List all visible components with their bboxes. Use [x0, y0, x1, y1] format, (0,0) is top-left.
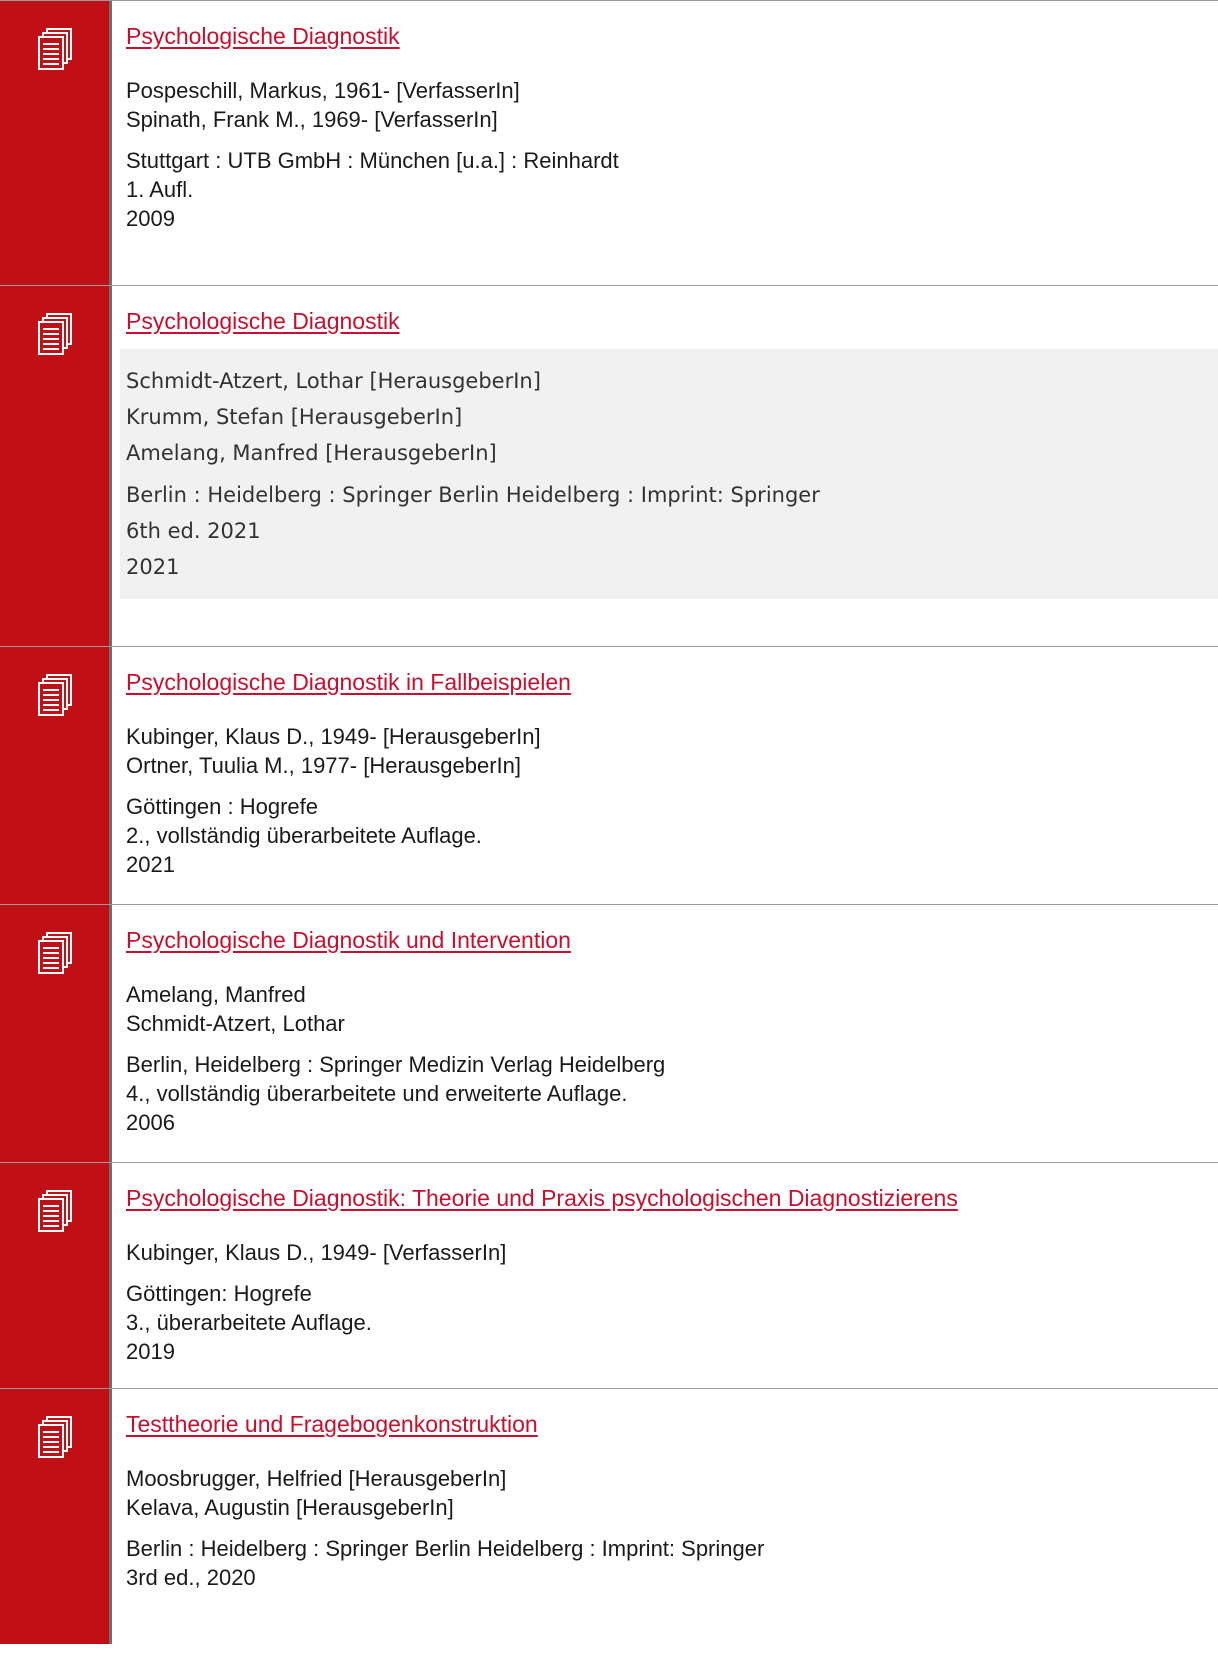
document-stack-icon[interactable]	[35, 931, 75, 977]
year: 2021	[126, 555, 180, 579]
author: Amelang, Manfred [HerausgeberIn]	[126, 441, 497, 465]
document-stack-icon[interactable]	[35, 1415, 75, 1461]
result-row: Psychologische Diagnostik Schmidt-Atzert…	[0, 286, 1218, 647]
year: 2009	[126, 206, 175, 231]
result-icon-cell	[0, 905, 112, 1162]
result-authors: Amelang, Manfred Schmidt-Atzert, Lothar	[126, 980, 1218, 1038]
edition: 1. Aufl.	[126, 177, 194, 202]
result-authors: Moosbrugger, Helfried [HerausgeberIn] Ke…	[126, 1464, 1218, 1522]
result-row: Psychologische Diagnostik und Interventi…	[0, 905, 1218, 1163]
author: Amelang, Manfred	[126, 982, 306, 1007]
author: Schmidt-Atzert, Lothar	[126, 1011, 345, 1036]
result-icon-cell	[0, 1389, 112, 1644]
author: Pospeschill, Markus, 1961- [VerfasserIn]	[126, 78, 520, 103]
author: Spinath, Frank M., 1969- [VerfasserIn]	[126, 107, 498, 132]
year: 2006	[126, 1110, 175, 1135]
edition: 3rd ed., 2020	[126, 1565, 256, 1590]
result-row: Psychologische Diagnostik in Fallbeispie…	[0, 647, 1218, 905]
publisher: Göttingen: Hogrefe	[126, 1281, 312, 1306]
result-publication: Göttingen : Hogrefe 2., vollständig über…	[126, 792, 1218, 879]
result-publication: Berlin : Heidelberg : Springer Berlin He…	[126, 475, 1218, 585]
result-authors: Schmidt-Atzert, Lothar [HerausgeberIn] K…	[126, 363, 1218, 475]
publisher: Berlin : Heidelberg : Springer Berlin He…	[126, 1536, 765, 1561]
result-icon-cell	[0, 1, 112, 285]
publisher: Göttingen : Hogrefe	[126, 794, 319, 819]
publisher: Berlin, Heidelberg : Springer Medizin Ve…	[126, 1052, 666, 1077]
result-authors: Kubinger, Klaus D., 1949- [VerfasserIn]	[126, 1238, 1218, 1267]
author: Moosbrugger, Helfried [HerausgeberIn]	[126, 1466, 507, 1491]
document-stack-icon[interactable]	[35, 27, 75, 73]
result-authors: Kubinger, Klaus D., 1949- [HerausgeberIn…	[126, 722, 1218, 780]
result-title-link[interactable]: Psychologische Diagnostik und Interventi…	[126, 927, 571, 954]
publisher: Berlin : Heidelberg : Springer Berlin He…	[126, 483, 820, 507]
result-publication: Berlin, Heidelberg : Springer Medizin Ve…	[126, 1050, 1218, 1137]
year: 2019	[126, 1339, 175, 1364]
result-row: Testtheorie und Fragebogenkonstruktion M…	[0, 1389, 1218, 1644]
document-stack-icon[interactable]	[35, 1189, 75, 1235]
result-publication: Stuttgart : UTB GmbH : München [u.a.] : …	[126, 146, 1218, 233]
result-title-link[interactable]: Psychologische Diagnostik: Theorie und P…	[126, 1185, 958, 1212]
result-icon-cell	[0, 286, 112, 646]
edition: 3., überarbeitete Auflage.	[126, 1310, 372, 1335]
result-title-link[interactable]: Testtheorie und Fragebogenkonstruktion	[126, 1411, 538, 1438]
edition: 2., vollständig überarbeitete Auflage.	[126, 823, 482, 848]
author: Kelava, Augustin [HerausgeberIn]	[126, 1495, 454, 1520]
author: Ortner, Tuulia M., 1977- [HerausgeberIn]	[126, 753, 521, 778]
author: Krumm, Stefan [HerausgeberIn]	[126, 405, 463, 429]
result-icon-cell	[0, 1163, 112, 1388]
author: Kubinger, Klaus D., 1949- [VerfasserIn]	[126, 1240, 507, 1265]
author: Schmidt-Atzert, Lothar [HerausgeberIn]	[126, 369, 541, 393]
year: 2021	[126, 852, 175, 877]
result-title-link[interactable]: Psychologische Diagnostik	[126, 23, 400, 50]
edition: 6th ed. 2021	[126, 519, 261, 543]
result-icon-cell	[0, 647, 112, 904]
result-authors: Pospeschill, Markus, 1961- [VerfasserIn]…	[126, 76, 1218, 134]
result-title-link[interactable]: Psychologische Diagnostik in Fallbeispie…	[126, 669, 571, 696]
result-title-link[interactable]: Psychologische Diagnostik	[126, 308, 400, 335]
publisher: Stuttgart : UTB GmbH : München [u.a.] : …	[126, 148, 619, 173]
result-publication: Berlin : Heidelberg : Springer Berlin He…	[126, 1534, 1218, 1592]
result-publication: Göttingen: Hogrefe 3., überarbeitete Auf…	[126, 1279, 1218, 1366]
result-row: Psychologische Diagnostik: Theorie und P…	[0, 1163, 1218, 1389]
author: Kubinger, Klaus D., 1949- [HerausgeberIn…	[126, 724, 541, 749]
edition: 4., vollständig überarbeitete und erweit…	[126, 1081, 628, 1106]
results-list: Psychologische Diagnostik Pospeschill, M…	[0, 0, 1218, 1644]
result-row: Psychologische Diagnostik Pospeschill, M…	[0, 1, 1218, 286]
document-stack-icon[interactable]	[35, 312, 75, 358]
document-stack-icon[interactable]	[35, 673, 75, 719]
